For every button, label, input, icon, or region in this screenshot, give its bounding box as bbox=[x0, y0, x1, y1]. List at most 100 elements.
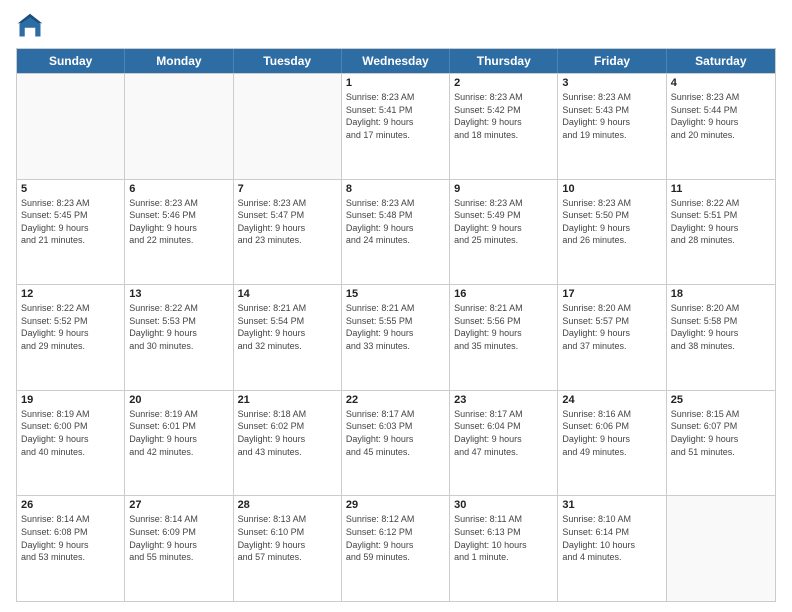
calendar-day-29: 29Sunrise: 8:12 AM Sunset: 6:12 PM Dayli… bbox=[342, 496, 450, 601]
day-info: Sunrise: 8:16 AM Sunset: 6:06 PM Dayligh… bbox=[562, 408, 661, 458]
weekday-header-tuesday: Tuesday bbox=[234, 49, 342, 73]
day-info: Sunrise: 8:22 AM Sunset: 5:52 PM Dayligh… bbox=[21, 302, 120, 352]
day-info: Sunrise: 8:19 AM Sunset: 6:01 PM Dayligh… bbox=[129, 408, 228, 458]
calendar-day-11: 11 Sunrise: 8:22 AM Sunset: 5:51 PM Dayli… bbox=[667, 180, 775, 285]
day-info: Sunrise: 8:23 AM Sunset: 5:49 PM Dayligh… bbox=[454, 197, 553, 247]
day-info: Sunrise: 8:23 AM Sunset: 5:44 PM Dayligh… bbox=[671, 91, 771, 141]
calendar-day-8: 8Sunrise: 8:23 AM Sunset: 5:48 PM Daylig… bbox=[342, 180, 450, 285]
day-number: 1 bbox=[346, 77, 445, 89]
calendar-day-20: 20 Sunrise: 8:19 AM Sunset: 6:01 PM Dayli… bbox=[125, 391, 233, 496]
day-info: Sunrise: 8:23 AM Sunset: 5:45 PM Dayligh… bbox=[21, 197, 120, 247]
calendar-body: 1 Sunrise: 8:23 AM Sunset: 5:41 PM Daylig… bbox=[17, 73, 775, 601]
calendar-week-5: 26 Sunrise: 8:14 AM Sunset: 6:08 PM Dayli… bbox=[17, 495, 775, 601]
calendar-day-10: 10 Sunrise: 8:23 AM Sunset: 5:50 PM Dayli… bbox=[558, 180, 666, 285]
logo bbox=[16, 12, 48, 40]
day-info: Sunrise: 8:13 AM Sunset: 6:10 PM Dayligh… bbox=[238, 513, 337, 563]
day-info: Sunrise: 8:20 AM Sunset: 5:58 PM Dayligh… bbox=[671, 302, 771, 352]
day-info: Sunrise: 8:14 AM Sunset: 6:08 PM Dayligh… bbox=[21, 513, 120, 563]
day-info: Sunrise: 8:23 AM Sunset: 5:41 PM Dayligh… bbox=[346, 91, 445, 141]
calendar-day-18: 18 Sunrise: 8:20 AM Sunset: 5:58 PM Dayli… bbox=[667, 285, 775, 390]
calendar-day-2: 2 Sunrise: 8:23 AM Sunset: 5:42 PM Daylig… bbox=[450, 74, 558, 179]
day-number: 10 bbox=[562, 183, 661, 195]
day-info: Sunrise: 8:10 AM Sunset: 6:14 PM Dayligh… bbox=[562, 513, 661, 563]
calendar-day-12: 12 Sunrise: 8:22 AM Sunset: 5:52 PM Dayli… bbox=[17, 285, 125, 390]
calendar-day-7: 7 Sunrise: 8:23 AM Sunset: 5:47 PM Daylig… bbox=[234, 180, 342, 285]
day-info: Sunrise: 8:14 AM Sunset: 6:09 PM Dayligh… bbox=[129, 513, 228, 563]
day-info: Sunrise: 8:19 AM Sunset: 6:00 PM Dayligh… bbox=[21, 408, 120, 458]
calendar-day-3: 3 Sunrise: 8:23 AM Sunset: 5:43 PM Daylig… bbox=[558, 74, 666, 179]
day-info: Sunrise: 8:17 AM Sunset: 6:04 PM Dayligh… bbox=[454, 408, 553, 458]
day-info: Sunrise: 8:23 AM Sunset: 5:47 PM Dayligh… bbox=[238, 197, 337, 247]
calendar-day-empty bbox=[17, 74, 125, 179]
calendar-week-3: 12 Sunrise: 8:22 AM Sunset: 5:52 PM Dayli… bbox=[17, 284, 775, 390]
day-number: 3 bbox=[562, 77, 661, 89]
calendar-day-28: 28 Sunrise: 8:13 AM Sunset: 6:10 PM Dayli… bbox=[234, 496, 342, 601]
day-info: Sunrise: 8:11 AM Sunset: 6:13 PM Dayligh… bbox=[454, 513, 553, 563]
day-info: Sunrise: 8:23 AM Sunset: 5:43 PM Dayligh… bbox=[562, 91, 661, 141]
day-number: 5 bbox=[21, 183, 120, 195]
day-number: 29 bbox=[346, 499, 445, 511]
calendar-day-empty bbox=[125, 74, 233, 179]
day-number: 13 bbox=[129, 288, 228, 300]
calendar-day-17: 17Sunrise: 8:20 AM Sunset: 5:57 PM Dayli… bbox=[558, 285, 666, 390]
calendar: SundayMondayTuesdayWednesdayThursdayFrid… bbox=[16, 48, 776, 602]
day-number: 7 bbox=[238, 183, 337, 195]
day-number: 31 bbox=[562, 499, 661, 511]
calendar-day-13: 13Sunrise: 8:22 AM Sunset: 5:53 PM Dayli… bbox=[125, 285, 233, 390]
calendar-day-30: 30Sunrise: 8:11 AM Sunset: 6:13 PM Dayli… bbox=[450, 496, 558, 601]
day-number: 6 bbox=[129, 183, 228, 195]
day-info: Sunrise: 8:23 AM Sunset: 5:50 PM Dayligh… bbox=[562, 197, 661, 247]
calendar-day-15: 15Sunrise: 8:21 AM Sunset: 5:55 PM Dayli… bbox=[342, 285, 450, 390]
day-number: 19 bbox=[21, 394, 120, 406]
day-number: 25 bbox=[671, 394, 771, 406]
calendar-week-2: 5 Sunrise: 8:23 AM Sunset: 5:45 PM Daylig… bbox=[17, 179, 775, 285]
day-number: 4 bbox=[671, 77, 771, 89]
calendar-day-31: 31 Sunrise: 8:10 AM Sunset: 6:14 PM Dayli… bbox=[558, 496, 666, 601]
day-number: 22 bbox=[346, 394, 445, 406]
day-number: 26 bbox=[21, 499, 120, 511]
calendar-day-5: 5 Sunrise: 8:23 AM Sunset: 5:45 PM Daylig… bbox=[17, 180, 125, 285]
calendar-day-24: 24 Sunrise: 8:16 AM Sunset: 6:06 PM Dayli… bbox=[558, 391, 666, 496]
day-number: 16 bbox=[454, 288, 553, 300]
day-info: Sunrise: 8:21 AM Sunset: 5:56 PM Dayligh… bbox=[454, 302, 553, 352]
day-number: 9 bbox=[454, 183, 553, 195]
day-number: 11 bbox=[671, 183, 771, 195]
calendar-day-22: 22Sunrise: 8:17 AM Sunset: 6:03 PM Dayli… bbox=[342, 391, 450, 496]
day-info: Sunrise: 8:15 AM Sunset: 6:07 PM Dayligh… bbox=[671, 408, 771, 458]
day-info: Sunrise: 8:23 AM Sunset: 5:46 PM Dayligh… bbox=[129, 197, 228, 247]
day-number: 2 bbox=[454, 77, 553, 89]
day-number: 28 bbox=[238, 499, 337, 511]
logo-icon bbox=[16, 12, 44, 40]
day-number: 24 bbox=[562, 394, 661, 406]
header bbox=[16, 12, 776, 40]
day-number: 20 bbox=[129, 394, 228, 406]
calendar-day-16: 16 Sunrise: 8:21 AM Sunset: 5:56 PM Dayli… bbox=[450, 285, 558, 390]
weekday-header-wednesday: Wednesday bbox=[342, 49, 450, 73]
calendar-day-23: 23Sunrise: 8:17 AM Sunset: 6:04 PM Dayli… bbox=[450, 391, 558, 496]
weekday-header-sunday: Sunday bbox=[17, 49, 125, 73]
calendar-day-25: 25 Sunrise: 8:15 AM Sunset: 6:07 PM Dayli… bbox=[667, 391, 775, 496]
day-info: Sunrise: 8:18 AM Sunset: 6:02 PM Dayligh… bbox=[238, 408, 337, 458]
day-number: 17 bbox=[562, 288, 661, 300]
day-number: 12 bbox=[21, 288, 120, 300]
day-info: Sunrise: 8:21 AM Sunset: 5:54 PM Dayligh… bbox=[238, 302, 337, 352]
calendar-day-1: 1 Sunrise: 8:23 AM Sunset: 5:41 PM Daylig… bbox=[342, 74, 450, 179]
day-number: 18 bbox=[671, 288, 771, 300]
calendar-day-6: 6 Sunrise: 8:23 AM Sunset: 5:46 PM Daylig… bbox=[125, 180, 233, 285]
day-info: Sunrise: 8:22 AM Sunset: 5:51 PM Dayligh… bbox=[671, 197, 771, 247]
day-number: 27 bbox=[129, 499, 228, 511]
calendar-day-14: 14Sunrise: 8:21 AM Sunset: 5:54 PM Dayli… bbox=[234, 285, 342, 390]
day-number: 21 bbox=[238, 394, 337, 406]
day-info: Sunrise: 8:23 AM Sunset: 5:42 PM Dayligh… bbox=[454, 91, 553, 141]
weekday-header-friday: Friday bbox=[558, 49, 666, 73]
page: SundayMondayTuesdayWednesdayThursdayFrid… bbox=[0, 0, 792, 612]
calendar-day-empty bbox=[667, 496, 775, 601]
calendar-day-27: 27 Sunrise: 8:14 AM Sunset: 6:09 PM Dayli… bbox=[125, 496, 233, 601]
calendar-day-9: 9 Sunrise: 8:23 AM Sunset: 5:49 PM Daylig… bbox=[450, 180, 558, 285]
calendar-week-1: 1 Sunrise: 8:23 AM Sunset: 5:41 PM Daylig… bbox=[17, 73, 775, 179]
calendar-week-4: 19 Sunrise: 8:19 AM Sunset: 6:00 PM Dayli… bbox=[17, 390, 775, 496]
calendar-day-19: 19 Sunrise: 8:19 AM Sunset: 6:00 PM Dayli… bbox=[17, 391, 125, 496]
calendar-header: SundayMondayTuesdayWednesdayThursdayFrid… bbox=[17, 49, 775, 73]
day-info: Sunrise: 8:21 AM Sunset: 5:55 PM Dayligh… bbox=[346, 302, 445, 352]
day-info: Sunrise: 8:23 AM Sunset: 5:48 PM Dayligh… bbox=[346, 197, 445, 247]
